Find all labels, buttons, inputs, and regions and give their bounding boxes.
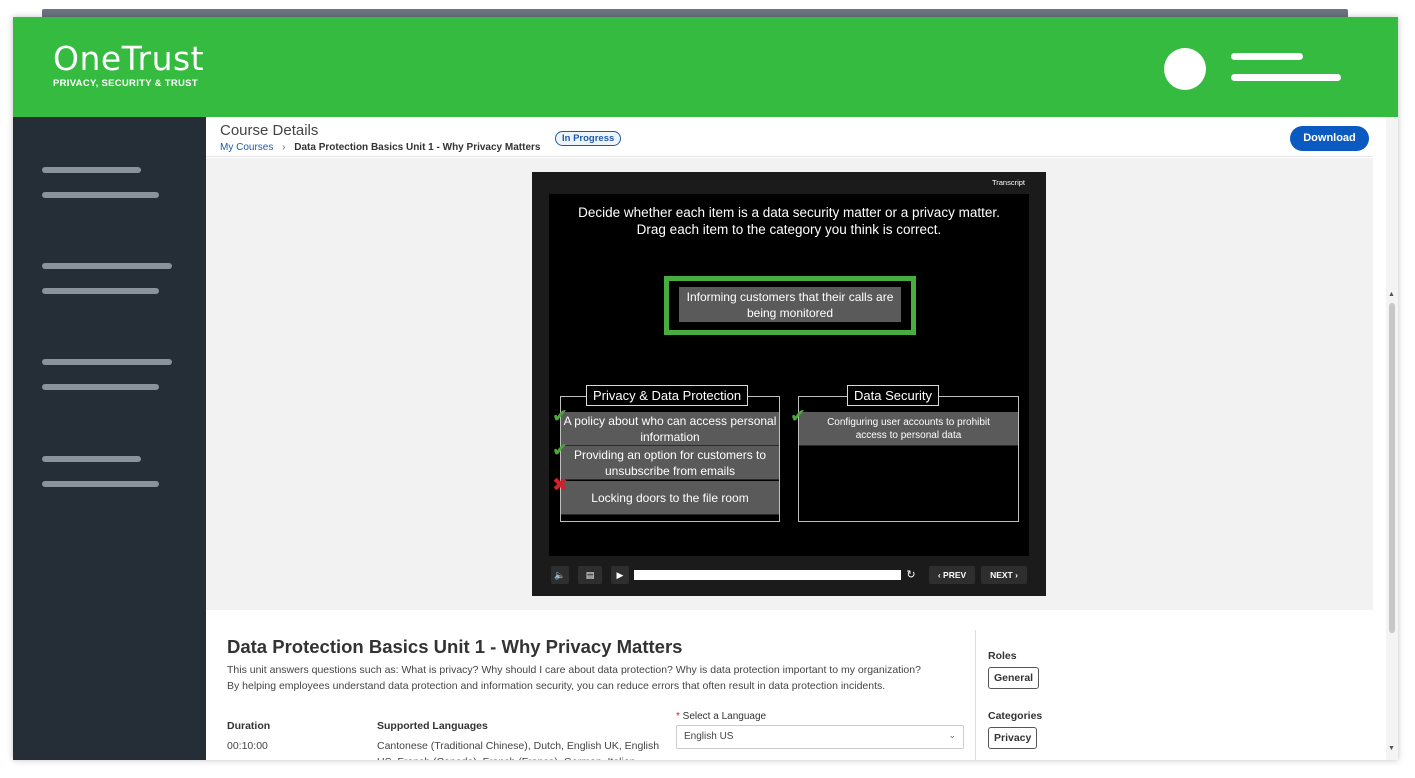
user-avatar[interactable]: [1164, 48, 1206, 90]
transcript-button[interactable]: Transcript: [992, 178, 1025, 187]
page-title: Course Details: [220, 122, 319, 139]
select-language-label: * Select a Language: [676, 711, 767, 722]
prev-button[interactable]: ‹ PREV: [929, 566, 975, 584]
menu-icon[interactable]: [1231, 53, 1341, 81]
languages-label: Supported Languages: [377, 720, 488, 732]
category-title: Privacy & Data Protection: [586, 385, 749, 406]
category-data-security[interactable]: Data Security ✔ Configuring user account…: [790, 385, 1019, 522]
cross-icon: ✖: [552, 475, 568, 496]
category-tag[interactable]: Privacy: [988, 727, 1038, 749]
sidebar: [13, 117, 206, 760]
captions-icon[interactable]: ▤: [578, 566, 602, 584]
volume-icon[interactable]: 🔈: [551, 566, 569, 584]
main-content: Course Details My Courses › Data Protect…: [206, 117, 1373, 760]
brand-tagline: PRIVACY, SECURITY & TRUST: [53, 78, 198, 89]
slide: Decide whether each item is a data secur…: [549, 194, 1029, 556]
sidebar-item-2[interactable]: [42, 263, 172, 294]
app-window: OneTrust PRIVACY, SECURITY & TRUST Cours…: [13, 17, 1398, 760]
breadcrumb-current: Data Protection Basics Unit 1 - Why Priv…: [294, 142, 541, 153]
breadcrumb-my-courses[interactable]: My Courses: [220, 142, 273, 153]
check-icon: ✔: [552, 440, 568, 461]
progress-bar[interactable]: [634, 570, 901, 580]
page-scrollbar[interactable]: ▲ ▼: [1386, 117, 1398, 760]
category-item[interactable]: ✔ A policy about who can access personal…: [552, 407, 779, 446]
duration-label: Duration: [227, 720, 271, 732]
scroll-down-icon[interactable]: ▼: [1388, 745, 1395, 752]
categories-label: Categories: [988, 710, 1043, 722]
replay-icon[interactable]: ↻: [902, 566, 920, 584]
sidebar-item-3[interactable]: [42, 359, 172, 390]
player-controls: 🔈 ▤ ▶ ↻ ‹ PREV NEXT ›: [549, 564, 1029, 586]
category-item[interactable]: ✔ Providing an option for customers to u…: [552, 441, 779, 480]
check-icon: ✔: [790, 406, 806, 427]
download-button[interactable]: Download: [1290, 126, 1369, 151]
play-icon[interactable]: ▶: [611, 566, 629, 584]
drag-item-frame: Informing customers that their calls are…: [664, 276, 916, 335]
next-button[interactable]: NEXT ›: [981, 566, 1027, 584]
sidebar-item-1[interactable]: [42, 167, 159, 198]
language-select[interactable]: English US ⌄: [676, 725, 964, 749]
course-title: Data Protection Basics Unit 1 - Why Priv…: [227, 636, 683, 657]
category-item[interactable]: ✔ Configuring user accounts to prohibit …: [790, 407, 1018, 446]
scroll-thumb[interactable]: [1389, 303, 1395, 633]
player-area: Transcript Decide whether each item is a…: [206, 158, 1373, 610]
status-badge: In Progress: [555, 131, 622, 146]
role-tag[interactable]: General: [988, 667, 1040, 689]
drag-item[interactable]: Informing customers that their calls are…: [679, 287, 901, 322]
chevron-down-icon: ⌄: [948, 730, 956, 740]
breadcrumb-separator: ›: [282, 142, 286, 153]
category-title: Data Security: [847, 385, 940, 406]
slide-instructions: Decide whether each item is a data secur…: [578, 205, 1000, 237]
category-item[interactable]: ✖ Locking doors to the file room: [552, 476, 779, 515]
duration-value: 00:10:00: [227, 740, 268, 752]
languages-value: Cantonese (Traditional Chinese), Dutch, …: [377, 740, 660, 760]
sidebar-item-4[interactable]: [42, 456, 159, 487]
course-details: Data Protection Basics Unit 1 - Why Priv…: [206, 610, 1373, 760]
roles-label: Roles: [988, 650, 1017, 662]
app-header: OneTrust PRIVACY, SECURITY & TRUST: [13, 17, 1398, 117]
check-icon: ✔: [552, 406, 568, 427]
brand-name: OneTrust: [53, 39, 205, 78]
course-player: Transcript Decide whether each item is a…: [532, 172, 1046, 596]
onetrust-logo[interactable]: OneTrust PRIVACY, SECURITY & TRUST: [53, 39, 204, 89]
course-description: This unit answers questions such as: Wha…: [227, 664, 921, 692]
course-topbar: Course Details My Courses › Data Protect…: [206, 117, 1373, 157]
details-divider: [975, 630, 976, 760]
scroll-up-icon[interactable]: ▲: [1388, 291, 1395, 298]
category-privacy[interactable]: Privacy & Data Protection ✔ A policy abo…: [552, 385, 780, 522]
breadcrumb: My Courses › Data Protection Basics Unit…: [220, 142, 540, 153]
